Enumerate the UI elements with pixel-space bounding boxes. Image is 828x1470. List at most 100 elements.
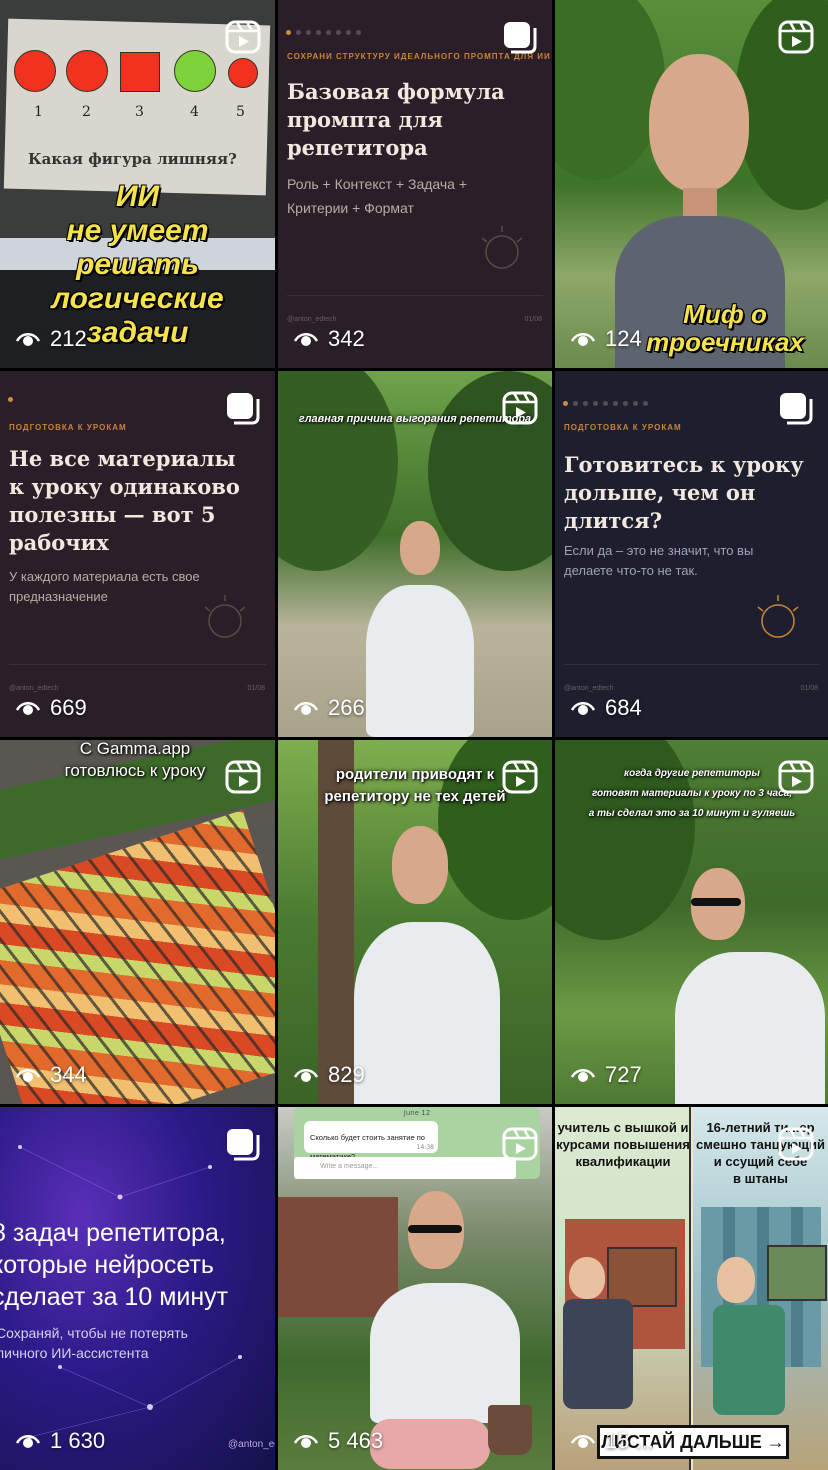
view-count-value: 829 <box>328 1062 365 1087</box>
caption-line: учитель с вышкой и <box>557 1120 689 1135</box>
view-count-value: 212 <box>50 326 87 351</box>
view-count-value: 5 463 <box>328 1428 384 1453</box>
grill-wires <box>0 810 275 1104</box>
view-count: 342 <box>294 326 365 352</box>
view-count: 15 ... <box>571 1428 654 1454</box>
grid-tile-4[interactable]: ПОДГОТОВКА К УРОКАМ Не все материалы к у… <box>0 371 275 737</box>
slide-headline: Не все материалы к уроку одинаково полез… <box>9 446 240 555</box>
slide-title: 8 задач репетитора, которые нейросеть сд… <box>0 1217 275 1313</box>
grid-tile-10[interactable]: 8 задач репетитора, которые нейросеть сд… <box>0 1107 275 1470</box>
view-count: 1 630 <box>16 1428 105 1454</box>
grid-tile-3[interactable]: Миф о троечниках 124 <box>555 0 828 368</box>
eye-icon <box>294 702 318 715</box>
slide-subtitle: Если да – это не значит, что вы делаете … <box>564 543 754 578</box>
slide-pager: 01/08 <box>524 316 542 323</box>
sun-ornament <box>204 595 246 638</box>
view-count-value: 342 <box>328 326 365 351</box>
eye-icon <box>16 333 40 346</box>
sun-ornament <box>757 595 799 638</box>
shape-number: 5 <box>236 104 245 120</box>
slide-dots <box>8 397 13 402</box>
grid-tile-2[interactable]: СОХРАНИ СТРУКТУРУ ИДЕАЛЬНОГО ПРОМПТА ДЛЯ… <box>278 0 552 368</box>
carousel-icon <box>227 393 260 425</box>
grid-tile-7[interactable]: С Gamma.app готовлюсь к уроку 344 <box>0 740 275 1104</box>
caption-line: не умеет <box>66 214 209 247</box>
view-count: 684 <box>571 695 642 721</box>
eye-icon <box>294 1435 318 1448</box>
caption-line: квалификации <box>575 1154 671 1169</box>
shape-number: 3 <box>135 104 144 120</box>
view-count-value: 15 ... <box>605 1428 654 1453</box>
sun-ornament <box>481 226 523 269</box>
slide-dots <box>286 30 361 35</box>
carousel-icon <box>504 22 537 54</box>
eye-icon <box>16 1069 40 1082</box>
mug <box>488 1405 532 1455</box>
caption-line: курсами повышения <box>556 1137 690 1152</box>
reel-caption: Миф о троечниках <box>625 300 825 356</box>
eye-icon <box>294 1069 318 1082</box>
reel-icon <box>778 20 814 54</box>
eye-icon <box>16 1435 40 1448</box>
slide-handle: @anton_edtech <box>564 685 614 692</box>
caption-line: готовлюсь к уроку <box>64 761 206 780</box>
slide-handle: @anton_edtech <box>9 685 59 692</box>
eye-icon <box>571 1435 595 1448</box>
reel-icon <box>502 760 538 794</box>
slide-handle: @anton_ed <box>228 1439 275 1450</box>
person-standing <box>348 521 488 737</box>
slide-headline: Готовитесь к уроку дольше, чем он длится… <box>564 452 804 533</box>
slide-kicker: ПОДГОТОВКА К УРОКАМ <box>564 423 682 432</box>
grid-tile-12[interactable]: учитель с вышкой и курсами повышения ква… <box>555 1107 828 1470</box>
grid-tile-5[interactable]: главная причина выгорания репетитора 266 <box>278 371 552 737</box>
grid-tile-1[interactable]: 1 2 3 4 5 Какая фигура лишняя? ИИ не уме… <box>0 0 275 368</box>
caption-line: троечниках <box>646 327 804 357</box>
chat-date: June 12 <box>403 1109 431 1117</box>
grid-tile-6[interactable]: ПОДГОТОВКА К УРОКАМ Готовитесь к уроку д… <box>555 371 828 737</box>
view-count: 829 <box>294 1062 365 1088</box>
chat-input-bar: Write a message... <box>294 1157 516 1179</box>
view-count-value: 344 <box>50 1062 87 1087</box>
person-walking <box>665 868 825 1104</box>
view-count: 124 <box>571 326 642 352</box>
carousel-icon <box>227 1129 260 1161</box>
view-count-value: 1 630 <box>50 1428 106 1453</box>
view-count: 212 <box>16 326 87 352</box>
reel-icon <box>778 760 814 794</box>
slide-subtitle: Сохраняй, чтобы не потерять личного ИИ-а… <box>0 1323 275 1363</box>
slide-pager: 01/08 <box>800 685 818 692</box>
view-count-value: 727 <box>605 1062 642 1087</box>
shape-number: 2 <box>82 104 91 120</box>
profile-grid: 1 2 3 4 5 Какая фигура лишняя? ИИ не уме… <box>0 0 828 1470</box>
carousel-icon <box>780 393 813 425</box>
shape-number: 4 <box>190 104 199 120</box>
view-count: 669 <box>16 695 87 721</box>
shape-numbers: 1 2 3 4 5 <box>14 104 264 124</box>
view-count-value: 124 <box>605 326 642 351</box>
reel-icon <box>225 20 261 54</box>
slide-kicker: ПОДГОТОВКА К УРОКАМ <box>9 423 127 432</box>
view-count: 266 <box>294 695 365 721</box>
view-count: 727 <box>571 1062 642 1088</box>
grid-tile-9[interactable]: когда другие репетиторы готовят материал… <box>555 740 828 1104</box>
chat-time: 14:38 <box>416 1144 434 1151</box>
slide-headline: Базовая формула промпта для репетитора <box>287 79 505 160</box>
slide-divider <box>9 664 266 665</box>
caption-line: личного ИИ-ассистента <box>0 1345 149 1361</box>
chat-bubble: Сколько будет стоить занятие по математи… <box>304 1121 438 1161</box>
caption-line: С Gamma.app <box>79 740 191 758</box>
shape-number: 1 <box>34 104 43 120</box>
slide-handle: @anton_edtech <box>287 316 337 323</box>
caption-line: сделает за 10 минут <box>0 1283 229 1311</box>
left-caption: учитель с вышкой и курсами повышения ква… <box>555 1119 691 1170</box>
reel-icon <box>225 760 261 794</box>
reel-caption: ИИ не умеет решать логические задачи <box>0 180 275 350</box>
reel-icon <box>502 391 538 425</box>
reel-icon <box>502 1127 538 1161</box>
grid-tile-8[interactable]: родители приводят к репетитору не тех де… <box>278 740 552 1104</box>
eye-icon <box>571 1069 595 1082</box>
slide-divider <box>287 295 543 296</box>
eye-icon <box>571 333 595 346</box>
grid-tile-11[interactable]: June 12 Сколько будет стоить занятие по … <box>278 1107 552 1470</box>
view-count-value: 669 <box>50 695 87 720</box>
